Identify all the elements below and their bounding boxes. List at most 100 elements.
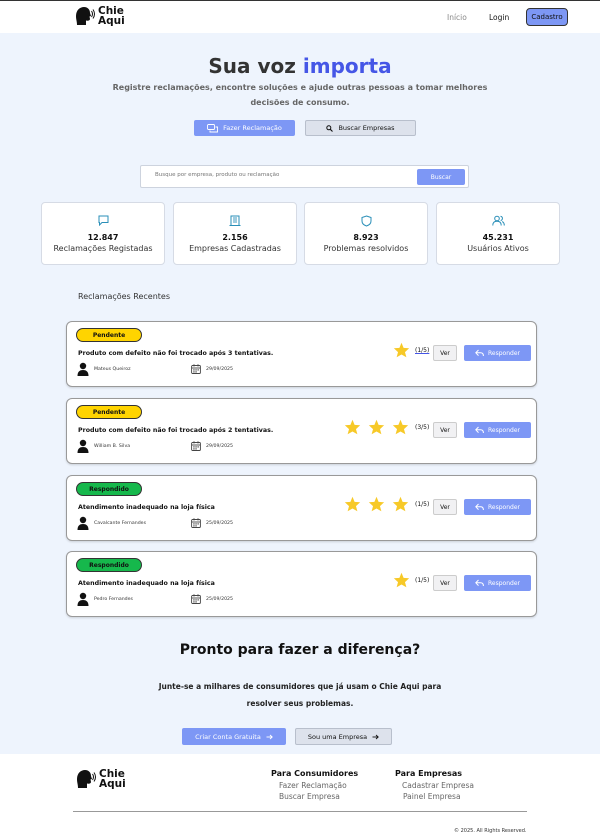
search-bar: Buscar: [140, 165, 469, 188]
calendar-icon: [191, 441, 201, 451]
date-text: 29/09/2025: [206, 366, 234, 372]
ver-button[interactable]: Ver: [433, 345, 457, 361]
search-button[interactable]: Buscar: [417, 169, 465, 185]
responder-button[interactable]: Responder: [464, 345, 531, 361]
star-icon: [393, 342, 410, 362]
responder-button[interactable]: Responder: [464, 575, 531, 591]
arrow-right-icon: [372, 734, 379, 739]
stat-card-usuarios: 45.231 Usuários Ativos: [436, 202, 560, 265]
nav-login[interactable]: Login: [489, 13, 509, 22]
copyright: © 2025. All Rights Reserved.: [454, 828, 527, 834]
stat-value: 2.156: [222, 233, 248, 242]
stat-value: 45.231: [482, 233, 514, 242]
building-icon: [229, 215, 241, 226]
complaint-card: Respondido Atendimento inadequado na loja…: [66, 475, 537, 541]
complaint-title[interactable]: Produto com defeito não foi trocado após…: [78, 427, 273, 434]
nav-inicio[interactable]: Início: [447, 13, 467, 22]
star-icon: [368, 496, 385, 516]
user-icon: [77, 592, 89, 606]
complaint-title[interactable]: Atendimento inadequado na loja física: [78, 580, 215, 587]
chat-bubbles-icon: [207, 123, 219, 132]
footer-logo[interactable]: Chie Aqui: [75, 769, 126, 789]
search-icon: [326, 124, 334, 132]
stat-label: Problemas resolvidos: [323, 244, 409, 253]
criar-conta-button[interactable]: Criar Conta Gratuita: [182, 728, 286, 745]
reply-icon: [475, 579, 484, 587]
rating-text: (1/5): [415, 501, 430, 508]
status-badge: Respondido: [76, 558, 142, 572]
complaint-date: 25/09/2025: [191, 518, 233, 528]
responder-button[interactable]: Responder: [464, 422, 531, 438]
stat-card-reclamacoes: 12.847 Reclamações Registadas: [41, 202, 165, 265]
complaint-card: Pendente Produto com defeito não foi troc…: [66, 398, 537, 464]
footer-consumers-title: Para Consumidores: [271, 769, 359, 778]
chat-icon: [98, 215, 108, 226]
user-name: William B. Silva: [94, 443, 131, 449]
star-icon: [344, 419, 361, 435]
sou-empresa-button[interactable]: Sou uma Empresa: [295, 728, 392, 745]
date-text: 25/09/2025: [206, 596, 234, 602]
user-icon: [77, 362, 89, 376]
status-badge: Pendente: [76, 405, 142, 419]
star-icon: [393, 572, 410, 592]
star-icon: [344, 419, 361, 439]
star-icon: [393, 572, 410, 588]
hero-subtitle: Registre reclamações, encontre soluções …: [112, 83, 488, 107]
footer-link-cadastrar-empresa[interactable]: Cadastrar Empresa: [402, 781, 474, 790]
stat-label: Usuários Ativos: [467, 244, 529, 253]
status-badge: Respondido: [76, 482, 142, 496]
star-icon: [392, 496, 409, 516]
footer-link-fazer-reclamacao[interactable]: Fazer Reclamação: [279, 781, 347, 790]
nav-cadastro-button[interactable]: Cadastro: [526, 8, 568, 26]
star-icon: [393, 342, 410, 358]
status-badge: Pendente: [76, 328, 142, 342]
search-input[interactable]: [155, 172, 405, 178]
arrow-right-icon: [266, 734, 273, 739]
reply-icon: [475, 503, 484, 511]
footer-link-painel-empresa[interactable]: Painel Empresa: [403, 792, 461, 801]
reply-icon: [475, 349, 484, 357]
footer-logo-text: Chie Aqui: [99, 768, 126, 790]
star-icon: [344, 496, 361, 516]
complaint-card: Pendente Produto com defeito não foi troc…: [66, 321, 537, 387]
recent-complaints-title: Reclamações Recentes: [78, 292, 171, 301]
user-icon: [77, 439, 89, 453]
complaint-user: William B. Silva: [77, 439, 130, 453]
calendar-icon: [191, 518, 201, 528]
complaint-user: Mateus Queiroz: [77, 362, 131, 376]
star-icon: [392, 419, 409, 435]
top-header: Chie Aqui Início Login Cadastro: [0, 0, 600, 33]
rating-text: (1/5): [415, 347, 430, 354]
users-icon: [491, 215, 505, 226]
calendar-icon: [191, 364, 201, 374]
user-name: Mateus Queiroz: [94, 366, 131, 372]
fazer-reclamacao-button[interactable]: Fazer Reclamação: [194, 120, 295, 136]
stat-value: 8.923: [353, 233, 379, 242]
ver-button[interactable]: Ver: [433, 499, 457, 515]
ver-button[interactable]: Ver: [433, 422, 457, 438]
user-name: Cavalcante Fernandes: [94, 520, 147, 526]
complaint-user: Pedro Fernandes: [77, 592, 133, 606]
footer-link-buscar-empresa[interactable]: Buscar Empresa: [279, 792, 340, 801]
cta-title: Pronto para fazer a diferença?: [179, 642, 421, 658]
user-icon: [77, 516, 89, 530]
complaint-title[interactable]: Atendimento inadequado na loja física: [78, 504, 215, 511]
complaint-date: 29/09/2025: [191, 364, 233, 374]
complaint-card: Respondido Atendimento inadequado na loja…: [66, 551, 537, 617]
star-icon: [392, 496, 409, 512]
hero-title: Sua voz importa: [208, 54, 392, 78]
buscar-empresas-button[interactable]: Buscar Empresas: [305, 120, 416, 136]
logo[interactable]: Chie Aqui: [74, 6, 125, 26]
user-name: Pedro Fernandes: [94, 596, 133, 602]
rating-text: (3/5): [415, 424, 430, 431]
star-icon: [368, 419, 385, 439]
responder-button[interactable]: Responder: [464, 499, 531, 515]
rating-text: (1/5): [415, 577, 430, 584]
stat-value: 12.847: [87, 233, 119, 242]
calendar-icon: [191, 594, 201, 604]
star-icon: [392, 419, 409, 439]
stat-label: Empresas Cadastradas: [189, 244, 281, 253]
date-text: 25/09/2025: [206, 520, 234, 526]
complaint-title[interactable]: Produto com defeito não foi trocado após…: [78, 350, 273, 357]
ver-button[interactable]: Ver: [433, 575, 457, 591]
